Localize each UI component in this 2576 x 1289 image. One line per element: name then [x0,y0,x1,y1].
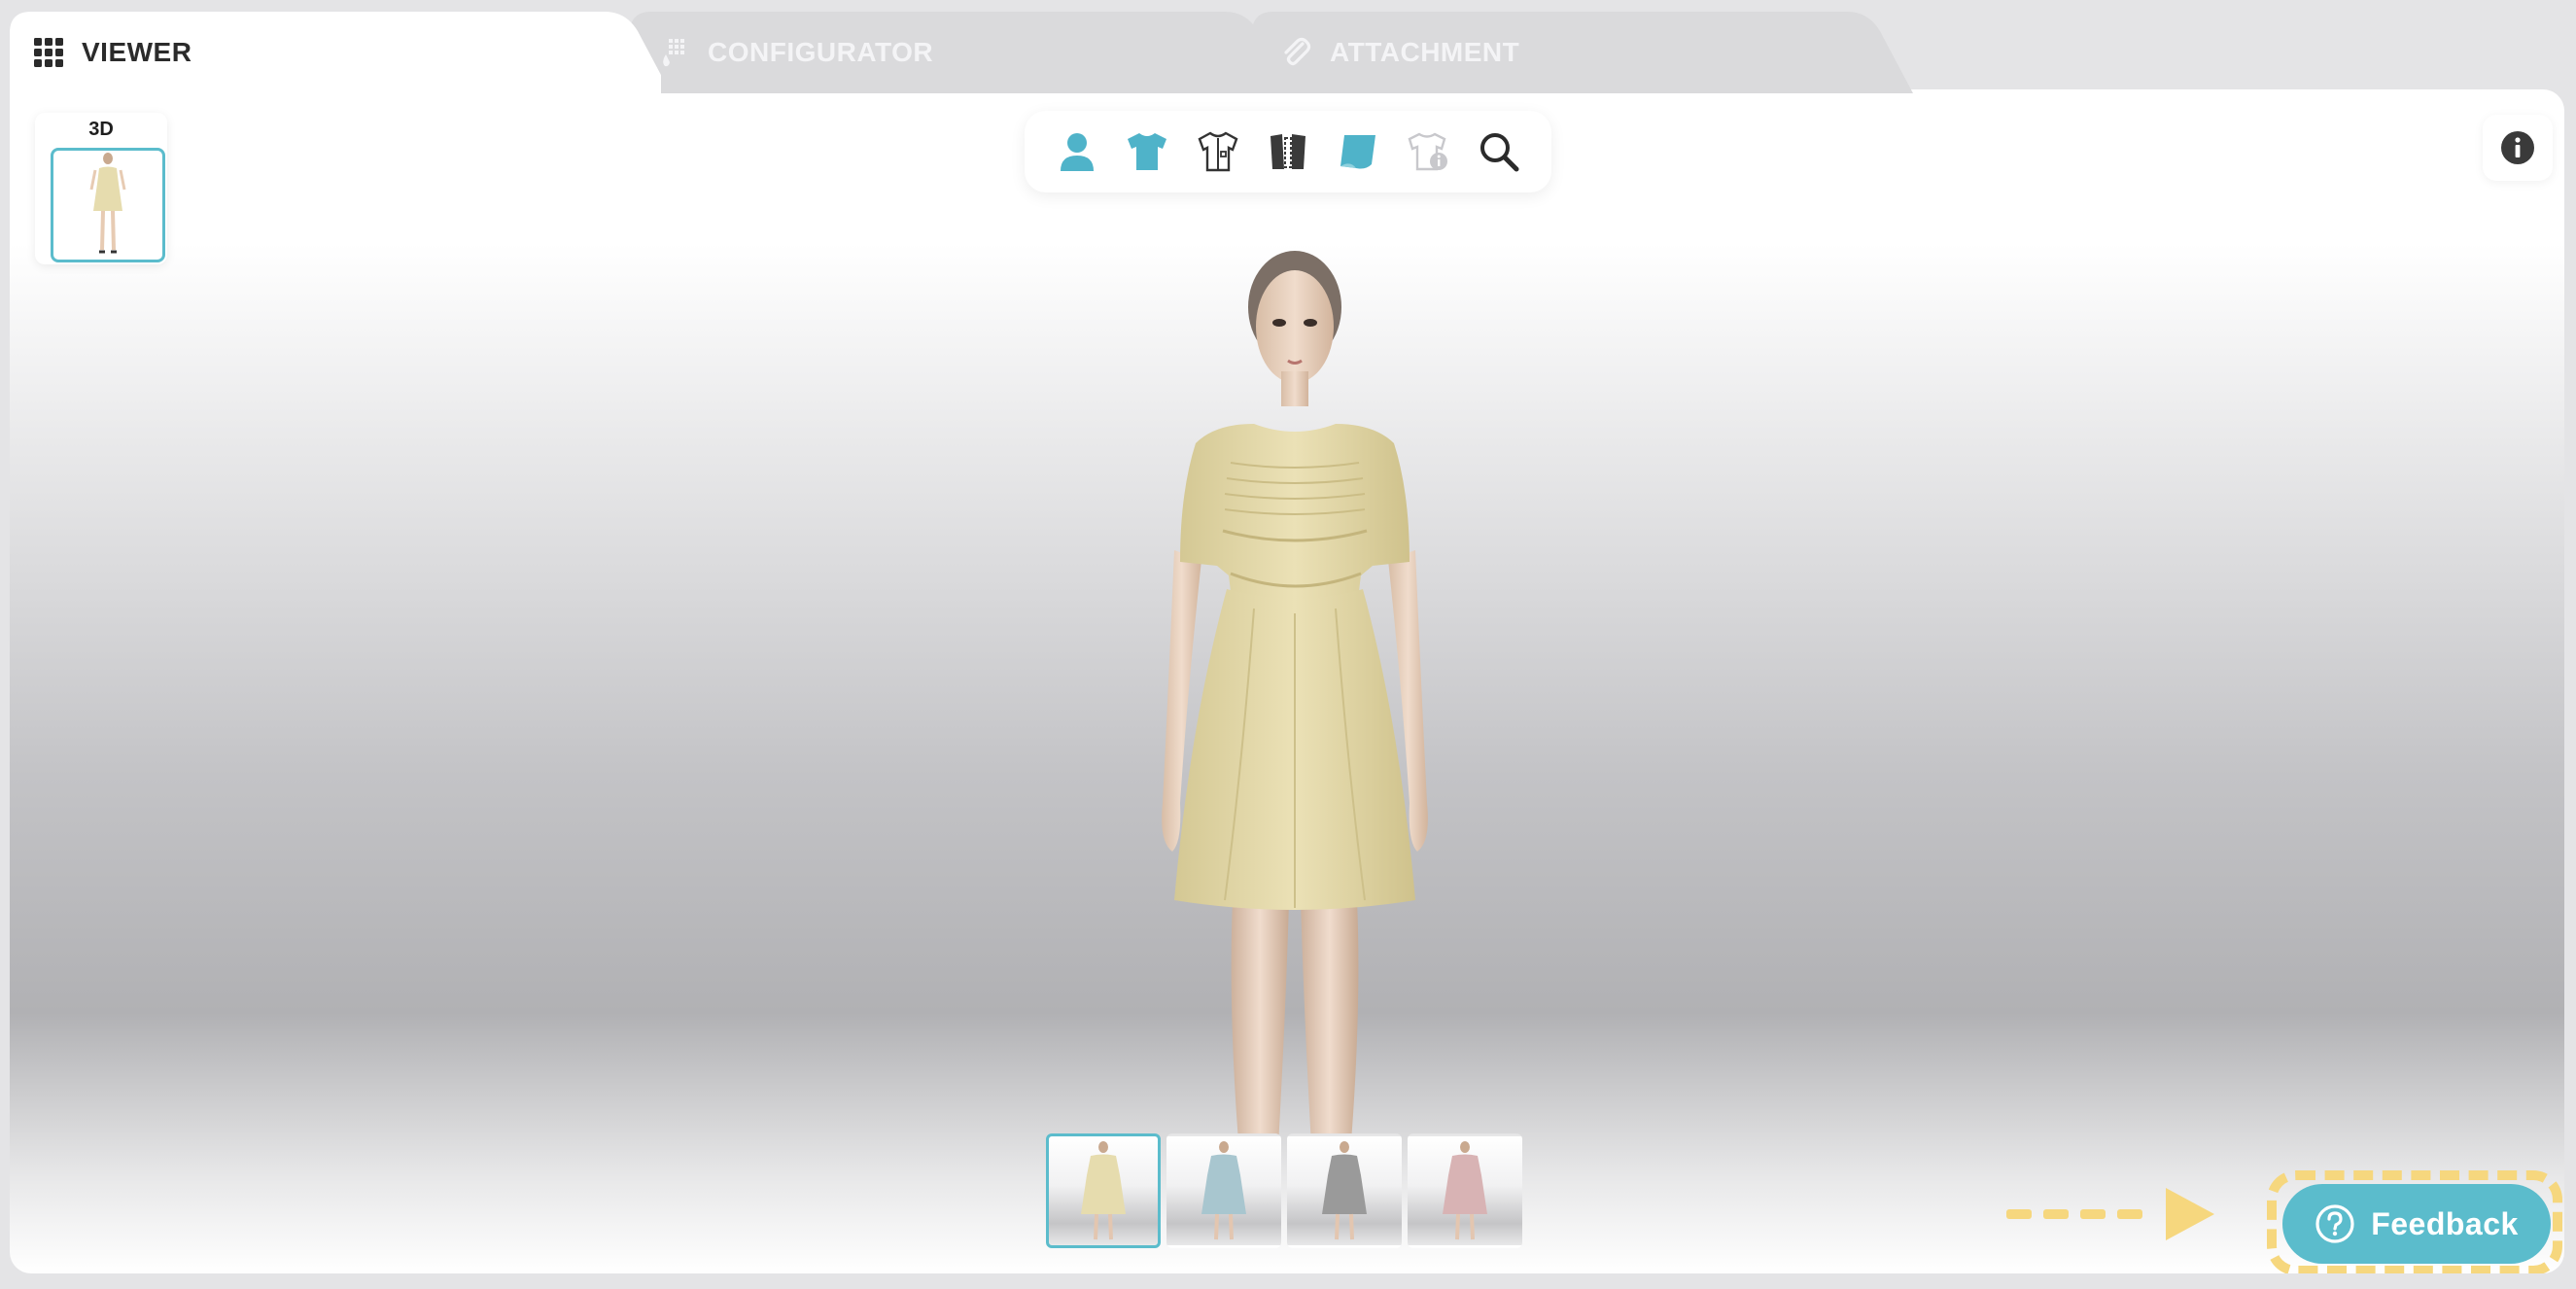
dress-colorway-icon [1443,1141,1487,1240]
info-button[interactable] [2483,115,2553,181]
tab-bar: VIEWER CONFIGURATOR ATTACHMENT [0,0,2576,93]
info-icon [2501,131,2534,164]
model-thumbnail-icon [89,153,126,254]
feedback-label: Feedback [2371,1205,2519,1241]
hint-arrow-icon [2006,1188,2214,1240]
colorway-list [1046,1133,1522,1248]
colorway-thumb-1[interactable] [1046,1133,1161,1248]
tab-attachment-label: ATTACHMENT [1330,37,1520,67]
tab-viewer-label: VIEWER [82,37,192,67]
fabric-button[interactable] [1331,124,1385,179]
feedback-highlight: Feedback [2267,1170,2562,1273]
view-3d-label: 3D [88,119,114,140]
garment-button[interactable] [1120,124,1174,179]
garment-outline-icon [1198,131,1238,172]
viewer-panel[interactable]: 3D Feedback [10,89,2564,1273]
fabric-icon [1340,135,1376,169]
colorway-thumb-4[interactable] [1408,1133,1522,1248]
tab-configurator[interactable]: CONFIGURATOR [630,12,1271,93]
tshirt-icon [1128,133,1167,170]
dress-colorway-icon [1322,1141,1367,1240]
pattern-pieces-icon [1270,134,1305,169]
help-circle-icon [2315,1204,2354,1243]
avatar-model[interactable] [1118,181,1468,1236]
pattern-button[interactable] [1261,124,1315,179]
tab-viewer[interactable]: VIEWER [10,12,661,93]
grid-icon [34,38,63,67]
colorway-thumb-3[interactable] [1287,1133,1402,1248]
avatar-button[interactable] [1050,124,1104,179]
dress-colorway-icon [1201,1141,1246,1240]
feedback-button[interactable]: Feedback [2282,1184,2551,1264]
dress-colorway-icon [1081,1141,1126,1240]
garment-outline-button[interactable] [1191,124,1245,179]
swatch-icon [663,39,684,67]
zoom-icon [1479,133,1519,172]
zoom-button[interactable] [1472,124,1526,179]
paperclip-icon [1284,37,1311,66]
garment-info-icon [1408,132,1447,171]
colorway-thumb-2[interactable] [1166,1133,1281,1248]
view-3d-card[interactable]: 3D [35,113,167,264]
avatar-icon [1061,133,1095,171]
garment-info-button[interactable] [1402,124,1456,179]
dress-model-figure [1162,251,1428,1231]
tab-configurator-label: CONFIGURATOR [708,37,934,67]
view-3d-thumbnail[interactable] [51,148,165,262]
tab-attachment[interactable]: ATTACHMENT [1252,12,1913,93]
